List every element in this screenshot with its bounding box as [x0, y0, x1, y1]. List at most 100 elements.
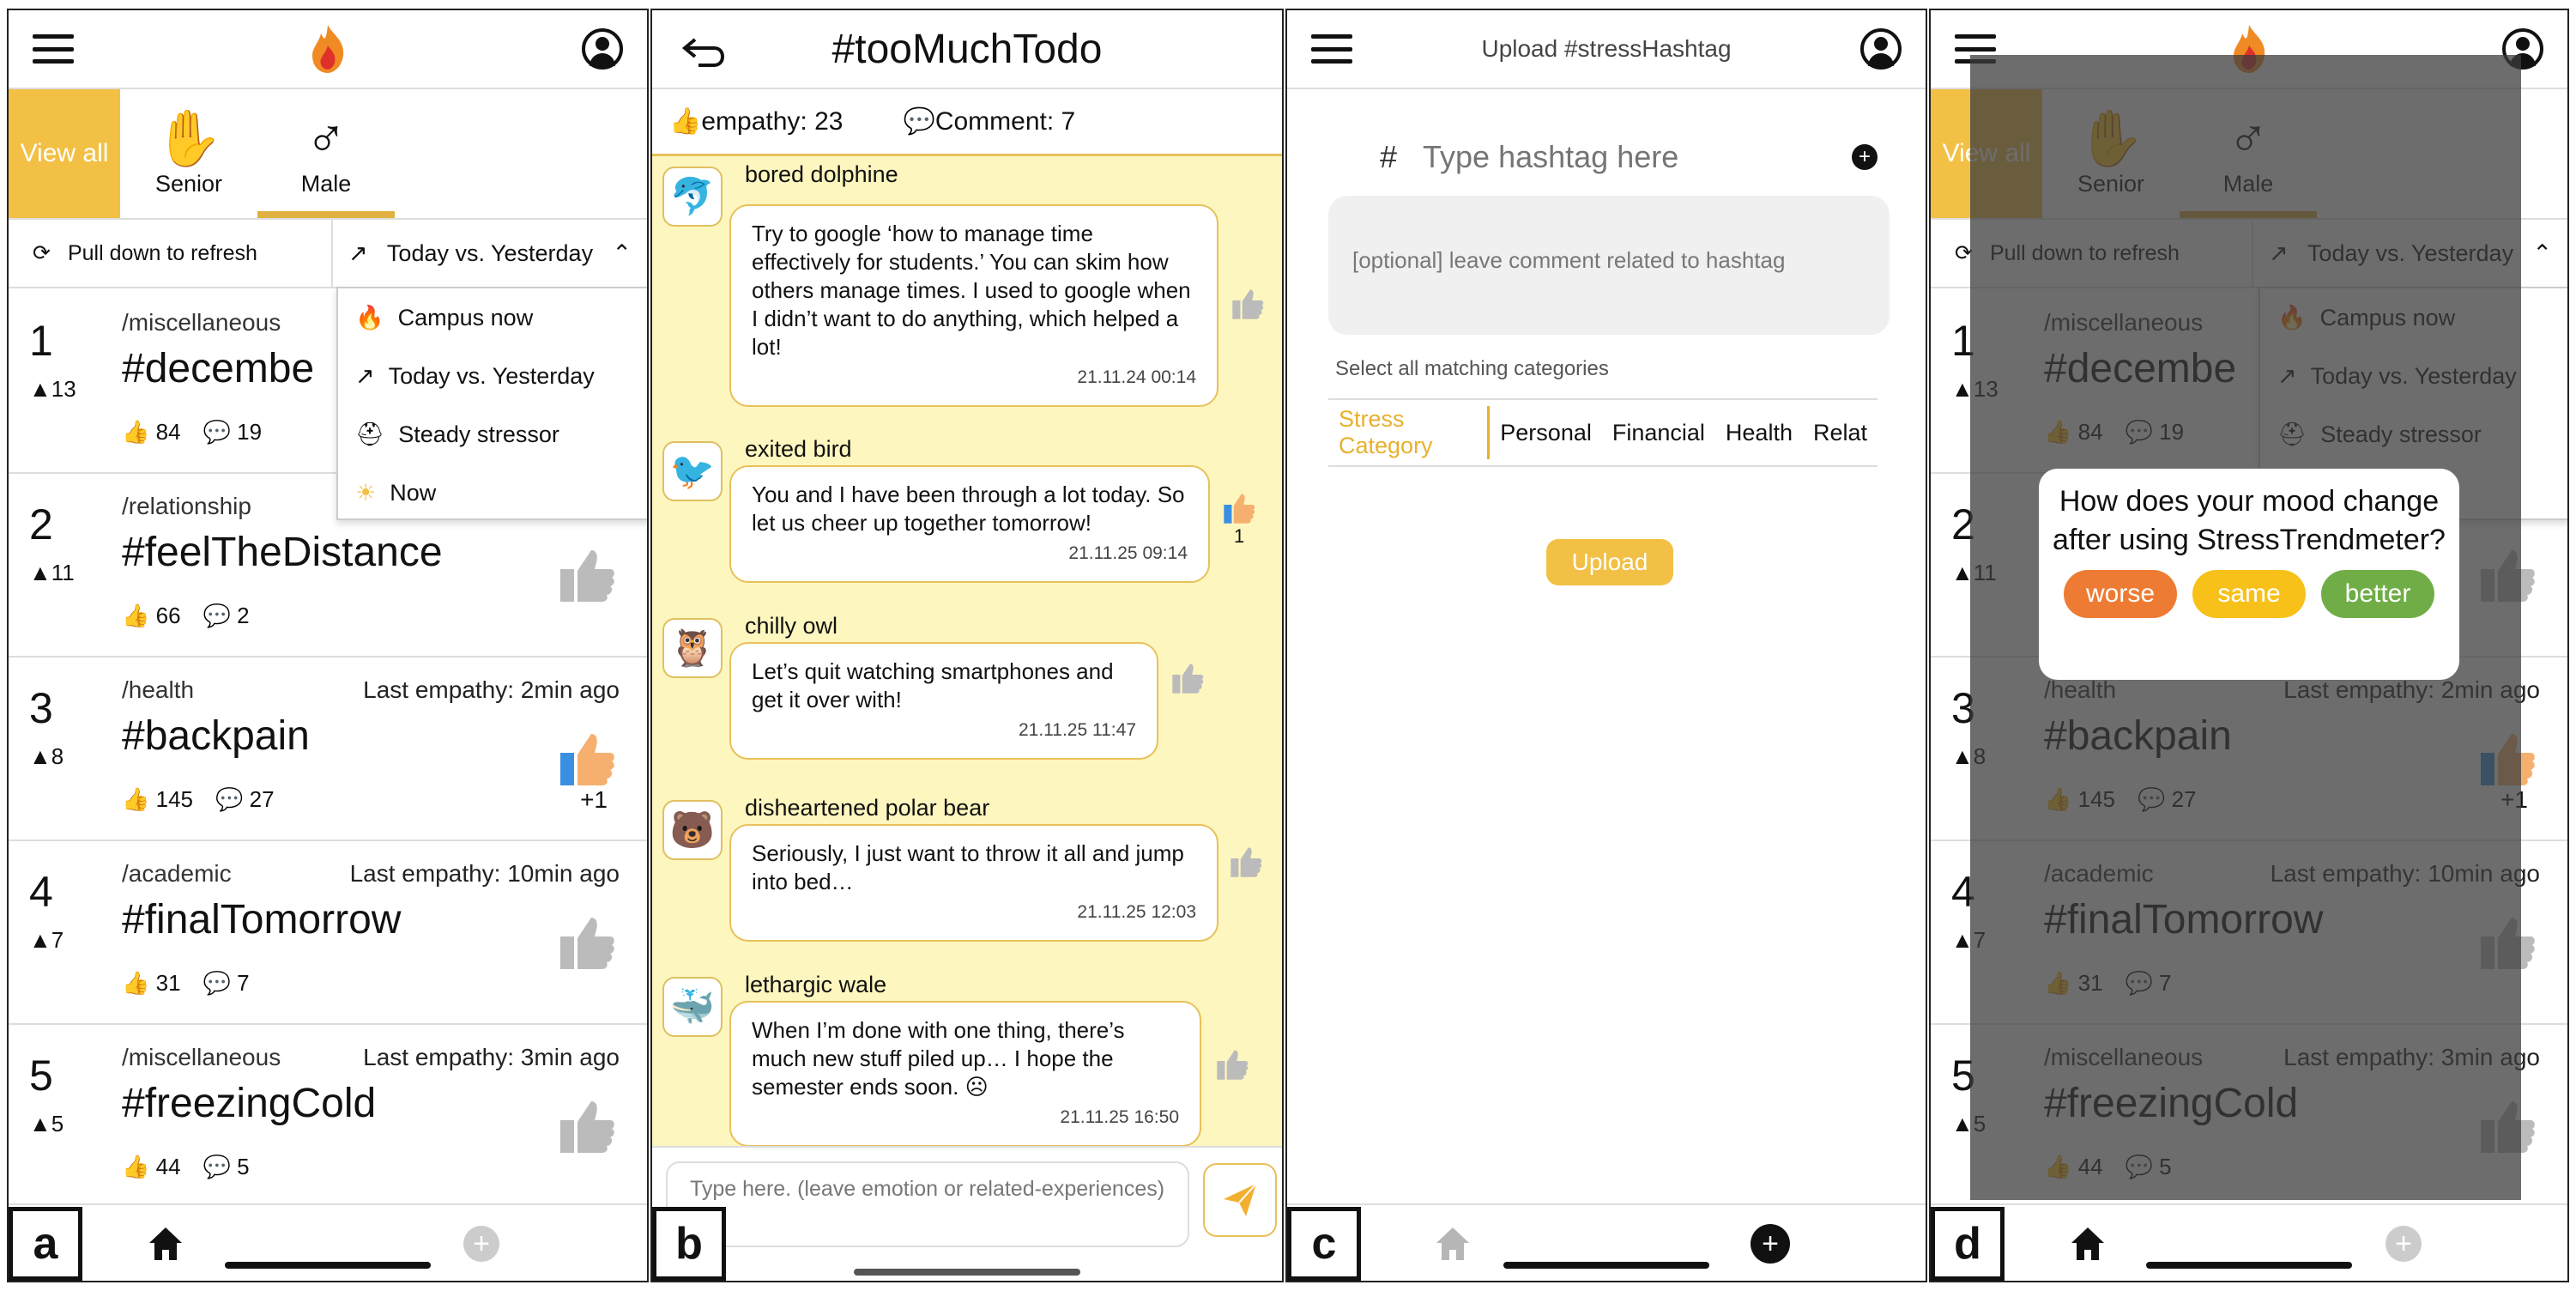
pull-to-refresh[interactable]: ⟳ Pull down to refresh [9, 240, 331, 266]
empathy-thumb-icon[interactable] [553, 724, 621, 793]
hashtag: #finalTomorrow [122, 897, 402, 942]
home-icon[interactable] [1433, 1224, 1472, 1264]
timestamp: 21.11.25 12:03 [1077, 902, 1196, 922]
comment-count: 💬 7 [203, 970, 250, 996]
option-label: Today vs. Yesterday [388, 362, 595, 389]
row-stats: 👍 31 💬 7 [122, 970, 250, 997]
bottom-bar: + [9, 1203, 647, 1281]
comment-field[interactable]: [optional] leave comment related to hash… [1328, 196, 1890, 335]
add-button[interactable]: + [1751, 1224, 1790, 1264]
username: lethargic wale [745, 972, 887, 997]
message-text: When I’m done with one thing, there’s mu… [752, 1017, 1125, 1100]
comment-stat: 💬Comment: 7 [903, 107, 1076, 136]
thumb-icon: 👍 [122, 603, 150, 628]
option-label: Now [390, 479, 437, 506]
message-text: Seriously, I just want to throw it all a… [752, 840, 1184, 894]
home-icon[interactable] [146, 1224, 185, 1264]
empathy-thumb-icon[interactable] [553, 908, 621, 977]
tab-financial[interactable]: Financial [1602, 420, 1715, 446]
trend-icon: ↗ [355, 362, 375, 389]
table-row[interactable]: 3 ▲8 /health Last empathy: 2min ago #bac… [9, 658, 647, 841]
list-item: 🦉 chilly owl Let’s quit watching smartph… [652, 609, 1282, 781]
empathy-thumb-icon[interactable] [1231, 287, 1265, 321]
hashtag: #backpain [122, 713, 310, 759]
menu-icon[interactable] [33, 34, 74, 64]
sort-option-today-vs-yesterday[interactable]: ↗ Today vs. Yesterday [338, 347, 647, 405]
tab-relationship[interactable]: Relat [1803, 420, 1878, 446]
message-bubble: Let’s quit watching smartphones and get … [729, 642, 1158, 760]
empathy-thumb-icon[interactable] [553, 541, 621, 609]
bottom-bar: + [1931, 1203, 2567, 1281]
thumb-icon: 👍 [122, 786, 150, 812]
message-bubble: You and I have been through a lot today.… [729, 465, 1210, 583]
empathy-thumb-icon[interactable] [1170, 661, 1205, 695]
message-text: You and I have been through a lot today.… [752, 482, 1185, 536]
thumb-icon: 👍 [122, 970, 150, 996]
category-select-label: Select all matching categories [1335, 357, 1609, 380]
like-count: 1 [1234, 525, 1245, 547]
worse-button[interactable]: worse [2064, 570, 2177, 618]
comment-icon: 💬 [203, 603, 231, 628]
rank: 2 [29, 500, 53, 549]
add-icon[interactable]: + [1852, 144, 1878, 170]
better-button[interactable]: better [2321, 570, 2434, 618]
message-bubble: Seriously, I just want to throw it all a… [729, 824, 1218, 942]
sort-option-now[interactable]: ☀ Now [338, 464, 647, 518]
filter-tab-label: Senior [154, 170, 223, 197]
panel-d: View all ✋ Senior ♂ Male ⟳ Pull down to … [1929, 9, 2569, 1282]
profile-icon[interactable] [1859, 28, 1902, 70]
empathy-thumb-icon[interactable] [1222, 491, 1256, 525]
send-button[interactable] [1203, 1163, 1277, 1237]
empathy-thumb-icon[interactable] [1215, 1047, 1249, 1082]
comment-input[interactable]: Type here. (leave emotion or related-exp… [666, 1161, 1189, 1247]
empathy-thumb-icon[interactable] [553, 1092, 621, 1161]
comment-icon: 💬 [203, 970, 231, 996]
table-row[interactable]: 5 ▲5 /miscellaneous Last empathy: 3min a… [9, 1025, 647, 1209]
profile-icon[interactable] [582, 28, 623, 70]
sort-select[interactable]: ↗ Today vs. Yesterday ⌃ [331, 219, 647, 288]
polar-bear-icon: 🐻 [662, 800, 723, 860]
plus-one: +1 [580, 786, 608, 813]
upload-button[interactable]: Upload [1546, 539, 1673, 585]
username: chilly owl [745, 613, 838, 639]
rank-change: ▲13 [29, 376, 76, 402]
empathy-count: 👍 84 [122, 419, 181, 445]
tab-stress-category[interactable]: Stress Category [1328, 406, 1491, 459]
refresh-label: Pull down to refresh [67, 240, 257, 265]
sort-option-campus-now[interactable]: 🔥 Campus now [338, 288, 647, 347]
table-row[interactable]: 4 ▲7 /academic Last empathy: 10min ago #… [9, 841, 647, 1025]
message-bubble: Try to google ‘how to manage time effect… [729, 204, 1218, 407]
filter-tab-senior[interactable]: ✋ Senior [120, 89, 257, 218]
category: /relationship [122, 493, 251, 519]
sort-selected-label: Today vs. Yesterday [386, 239, 594, 266]
comment-count: 💬 27 [215, 786, 275, 812]
add-button[interactable]: + [2386, 1226, 2422, 1262]
empathy-thumb-icon[interactable] [1229, 845, 1263, 879]
message-text: Let’s quit watching smartphones and get … [752, 658, 1114, 712]
tab-personal[interactable]: Personal [1490, 420, 1602, 446]
empathy-count: 👍 44 [122, 1154, 181, 1179]
filter-tab-male[interactable]: ♂ Male [257, 89, 395, 218]
back-icon[interactable] [681, 36, 724, 67]
hashtag-row: # + [1380, 127, 1878, 187]
top-bar: Upload #stressHashtag [1287, 10, 1926, 89]
tab-health[interactable]: Health [1715, 420, 1803, 446]
timestamp: 21.11.25 11:47 [1018, 720, 1136, 740]
sort-option-steady-stressor[interactable]: ⛑ Steady stressor [338, 405, 647, 464]
category: /miscellaneous [122, 309, 281, 336]
row-stats: 👍 66 💬 2 [122, 603, 250, 629]
menu-icon[interactable] [1311, 34, 1352, 64]
row-stats: 👍 145 💬 27 [122, 786, 275, 813]
same-button[interactable]: same [2192, 570, 2306, 618]
view-all-button[interactable]: View all [9, 89, 120, 218]
whale-icon: 🐳 [662, 977, 723, 1037]
home-indicator [225, 1262, 431, 1269]
filter-tabs: View all ✋ Senior ♂ Male [9, 89, 647, 220]
add-button[interactable]: + [463, 1226, 499, 1262]
hashtag-input[interactable] [1423, 139, 1852, 175]
chevron-up-icon: ⌃ [2532, 239, 2552, 266]
hashtag: #freezingCold [122, 1081, 377, 1126]
home-icon[interactable] [2068, 1224, 2107, 1264]
comment-count: 💬 5 [203, 1154, 250, 1179]
comment-icon: 💬 [203, 419, 231, 445]
